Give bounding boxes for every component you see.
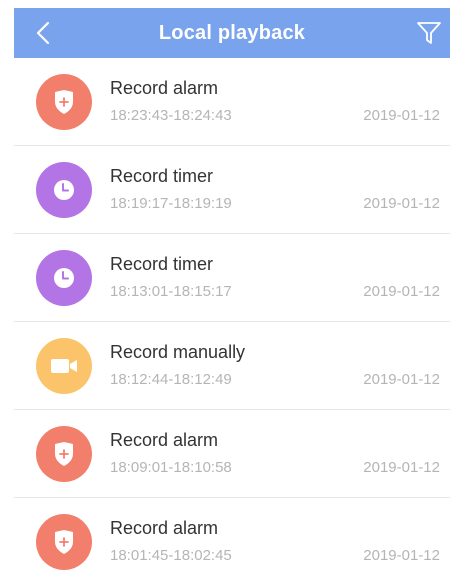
clock-icon (52, 178, 76, 202)
chevron-left-icon (36, 21, 50, 45)
record-time-range: 18:09:01-18:10:58 (110, 459, 232, 476)
list-item[interactable]: Record alarm 18:01:45-18:02:45 2019-01-12 (14, 498, 450, 578)
nav-header: Local playback (14, 8, 450, 58)
record-type-badge (36, 514, 92, 570)
record-date: 2019-01-12 (363, 107, 440, 124)
filter-button[interactable] (414, 18, 444, 48)
record-time-range: 18:23:43-18:24:43 (110, 107, 232, 124)
record-date: 2019-01-12 (363, 459, 440, 476)
record-date: 2019-01-12 (363, 371, 440, 388)
list-item[interactable]: Record alarm 18:09:01-18:10:58 2019-01-12 (14, 410, 450, 498)
list-item[interactable]: Record timer 18:13:01-18:15:17 2019-01-12 (14, 234, 450, 322)
record-time-range: 18:01:45-18:02:45 (110, 547, 232, 564)
record-title: Record alarm (110, 518, 219, 538)
record-title: Record timer (110, 254, 214, 274)
record-type-badge (36, 74, 92, 130)
record-type-badge (36, 250, 92, 306)
record-title: Record manually (110, 342, 246, 362)
clock-icon (52, 266, 76, 290)
list-item[interactable]: Record alarm 18:23:43-18:24:43 2019-01-12 (14, 58, 450, 146)
record-time-range: 18:13:01-18:15:17 (110, 283, 232, 300)
filter-icon (417, 22, 441, 44)
shield-plus-icon (52, 529, 76, 555)
back-button[interactable] (30, 20, 56, 46)
list-item[interactable]: Record timer 18:19:17-18:19:19 2019-01-12 (14, 146, 450, 234)
shield-plus-icon (52, 89, 76, 115)
record-type-badge (36, 162, 92, 218)
list-item[interactable]: Record manually 18:12:44-18:12:49 2019-01-… (14, 322, 450, 410)
video-camera-icon (50, 357, 78, 375)
record-time-range: 18:12:44-18:12:49 (110, 371, 232, 388)
record-type-badge (36, 338, 92, 394)
record-title: Record timer (110, 166, 214, 186)
record-time-range: 18:19:17-18:19:19 (110, 195, 232, 212)
record-date: 2019-01-12 (363, 547, 440, 564)
record-date: 2019-01-12 (363, 283, 440, 300)
record-list: Record alarm 18:23:43-18:24:43 2019-01-12 R… (14, 58, 450, 578)
record-date: 2019-01-12 (363, 195, 440, 212)
record-title: Record alarm (110, 430, 219, 450)
record-title: Record alarm (110, 78, 219, 98)
page-title: Local playback (158, 21, 306, 44)
record-type-badge (36, 426, 92, 482)
shield-plus-icon (52, 441, 76, 467)
